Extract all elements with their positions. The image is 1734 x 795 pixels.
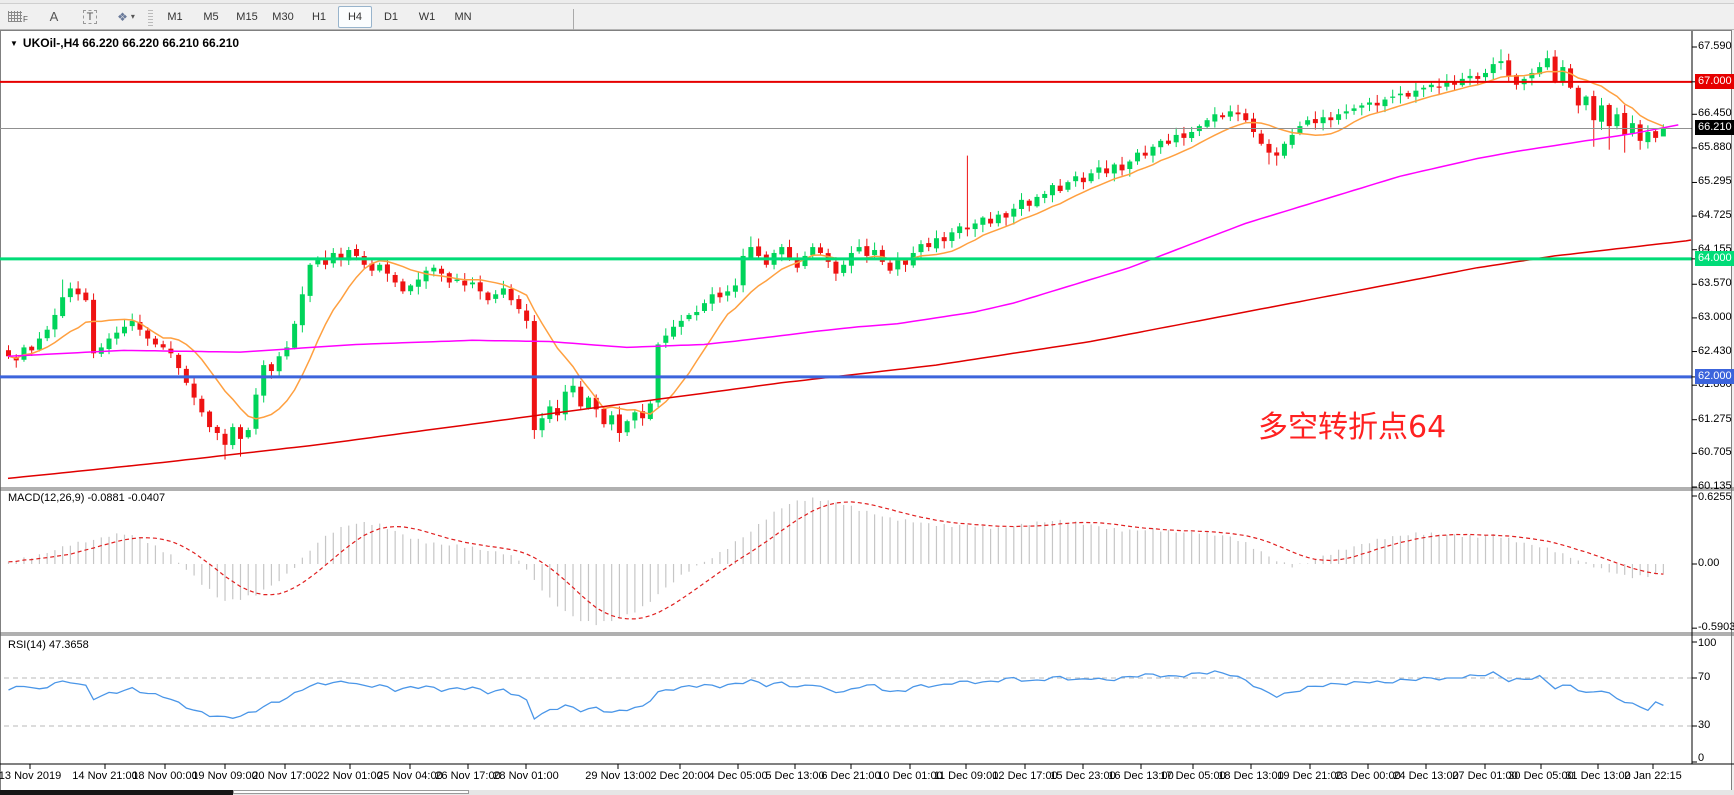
- mt4-window: F A T ❖ ▾ M1 M5 M15 M30 H1 H4 D1 W1 MN ▼…: [0, 0, 1734, 795]
- chart-canvas[interactable]: [0, 0, 1734, 795]
- scrollbar-thumb[interactable]: [233, 790, 469, 794]
- macd-indicator-label: MACD(12,26,9) -0.0881 -0.0407: [8, 492, 165, 504]
- bottom-scrollbar[interactable]: [0, 790, 1734, 795]
- chart-annotation-text: 多空转折点64: [1258, 402, 1446, 446]
- symbol-ohlc-text: UKOil-,H4 66.220 66.220 66.210 66.210: [23, 36, 239, 50]
- symbol-title: ▼ UKOil-,H4 66.220 66.220 66.210 66.210: [10, 36, 239, 50]
- collapse-triangle-icon[interactable]: ▼: [10, 39, 18, 48]
- rsi-indicator-label: RSI(14) 47.3658: [8, 639, 89, 651]
- scrollbar-filled-segment: [0, 790, 233, 795]
